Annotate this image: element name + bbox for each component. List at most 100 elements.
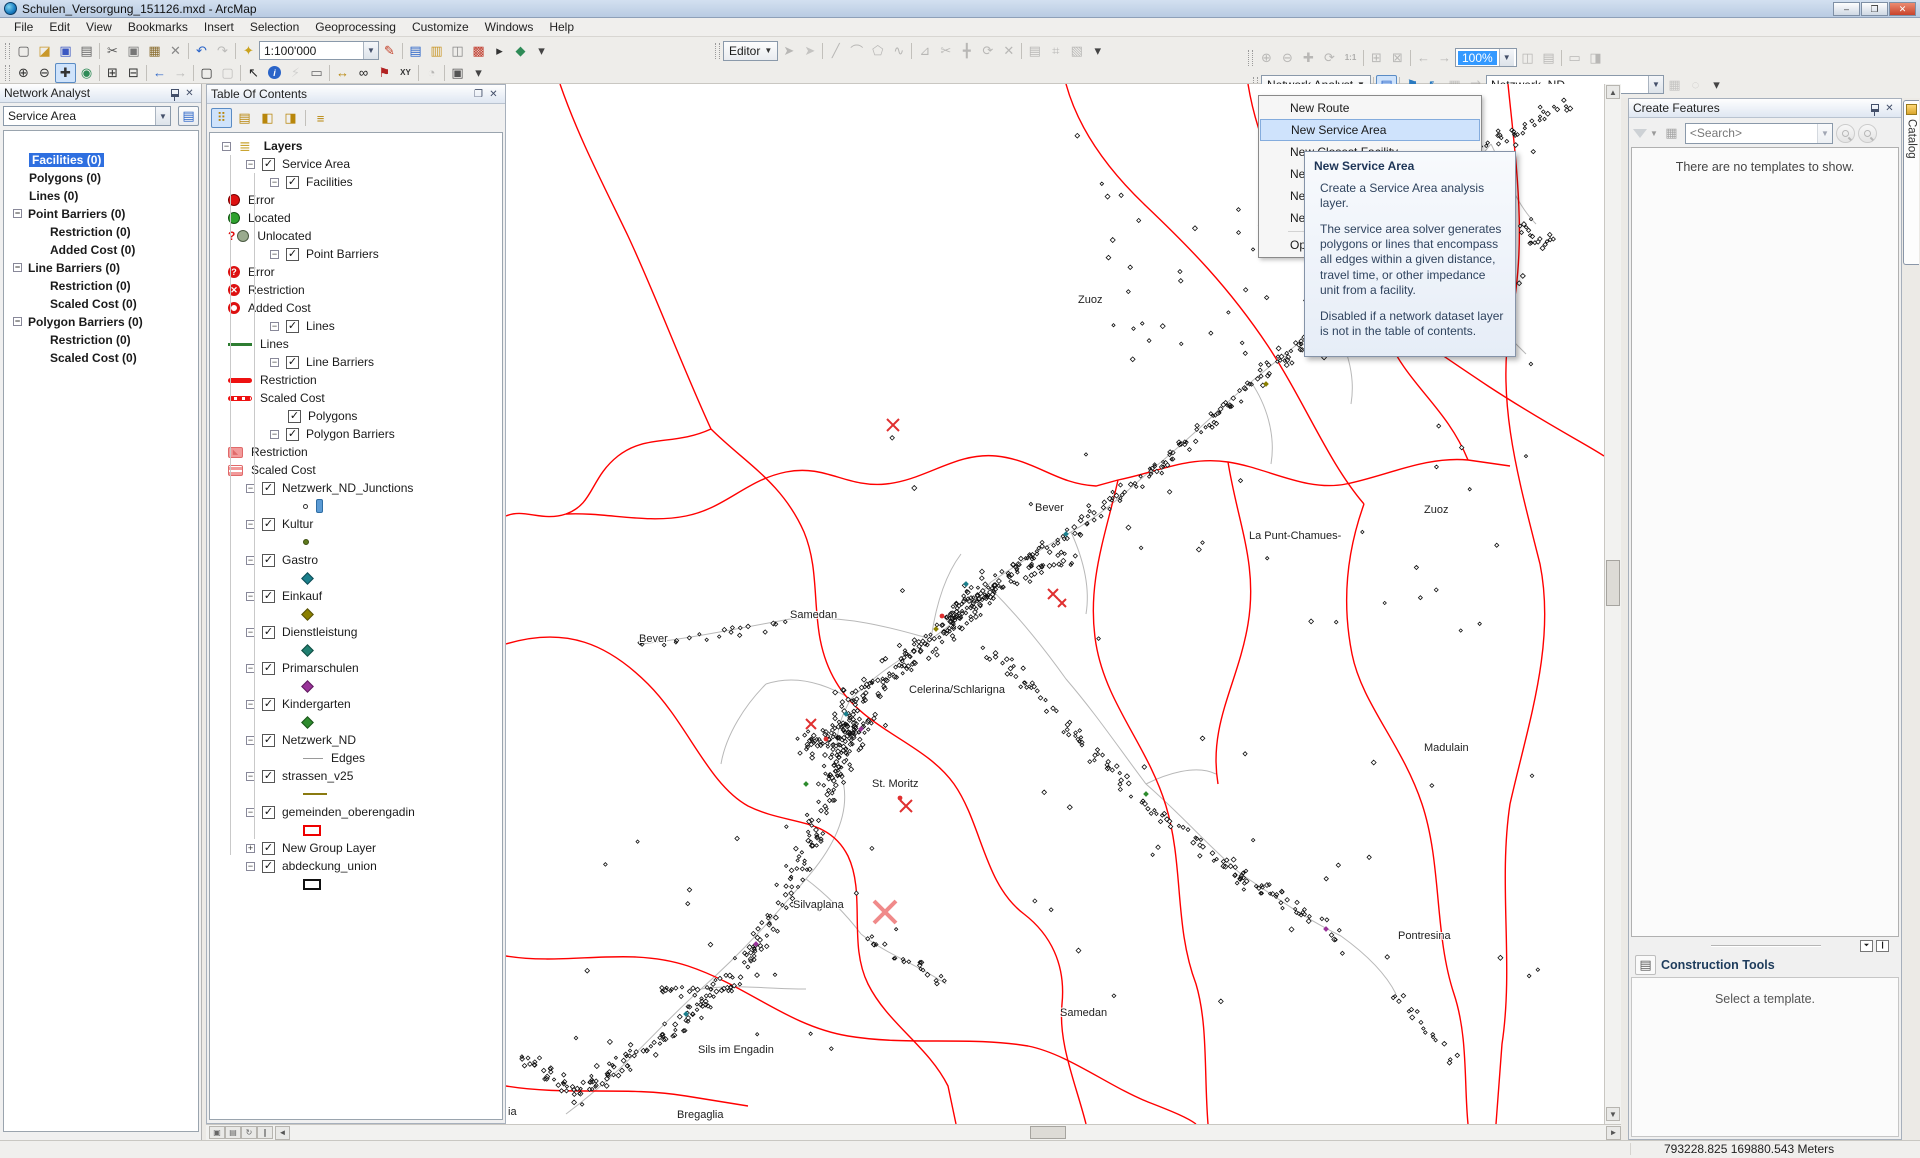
na-class-polygons-0-[interactable]: Polygons (0)	[13, 169, 101, 186]
close-icon[interactable]: ✕	[486, 87, 501, 101]
icon-save[interactable]: ▣	[55, 41, 76, 61]
collapse-icon[interactable]: −	[270, 250, 279, 259]
chevron-down-icon[interactable]: ▼	[1648, 76, 1663, 93]
icon-layout-whole-page[interactable]: ⟳	[1319, 48, 1340, 68]
icon-zoom-in[interactable]: ⊕	[13, 63, 34, 83]
na-class-lines-0-[interactable]: Lines (0)	[13, 187, 78, 204]
icon-select-features[interactable]: ▢	[196, 63, 217, 83]
close-icon[interactable]: ✕	[182, 86, 197, 100]
map-horizontal-scrollbar[interactable]: ▣ ▤ ↻ ∥ ◄ ►	[206, 1124, 1621, 1140]
map-vertical-scrollbar[interactable]: ▲ ▼	[1604, 84, 1621, 1124]
icon-layout-fixed-out[interactable]: ⊠	[1387, 48, 1408, 68]
icon-measure[interactable]: ↔	[332, 63, 353, 83]
icon-layout-zoom-in[interactable]: ⊕	[1256, 48, 1277, 68]
chevron-down-icon[interactable]: ▼	[155, 107, 170, 125]
icon-layout-pan[interactable]: ✚	[1298, 48, 1319, 68]
clear-search-icon[interactable]	[1858, 124, 1877, 143]
minimize-button[interactable]: –	[1833, 2, 1860, 16]
icon-print[interactable]: ▤	[76, 41, 97, 61]
menu-item-new-service-area[interactable]: New Service Area	[1260, 119, 1480, 141]
icon-forward[interactable]: →	[170, 63, 191, 83]
layer-visibility-checkbox[interactable]: ✓	[262, 770, 275, 783]
vscroll-thumb[interactable]	[1606, 560, 1620, 606]
layer-visibility-checkbox[interactable]: ✓	[262, 806, 275, 819]
icon-ovf[interactable]: ▾	[1706, 75, 1727, 95]
icon-layout-fixed-in[interactable]: ⊞	[1366, 48, 1387, 68]
chevron-down-icon[interactable]: ▼	[1499, 49, 1514, 66]
icon-edit-arrow[interactable]: ➤	[778, 41, 799, 61]
na-class-line-barriers-0-[interactable]: −Line Barriers (0)	[13, 259, 120, 276]
layer-visibility-checkbox[interactable]: ✓	[286, 176, 299, 189]
search-icon[interactable]	[1836, 124, 1855, 143]
icon-paste[interactable]: ▦	[144, 41, 165, 61]
layer-visibility-checkbox[interactable]: ✓	[262, 698, 275, 711]
collapse-icon[interactable]: −	[13, 317, 22, 326]
layer-visibility-checkbox[interactable]: ✓	[288, 410, 301, 423]
collapse-icon[interactable]: −	[246, 862, 255, 871]
na-class-polygon-barriers-0-[interactable]: −Polygon Barriers (0)	[13, 313, 143, 330]
filter-icon[interactable]	[1633, 129, 1647, 138]
menu-selection[interactable]: Selection	[242, 18, 307, 36]
layer-layers[interactable]: −≣Layers	[210, 137, 500, 155]
icon-full-extent[interactable]: ◉	[76, 63, 97, 83]
toolbar-grip[interactable]	[1248, 50, 1253, 66]
icon-delete[interactable]: ✕	[165, 41, 186, 61]
icon-attributes[interactable]: ▤	[1024, 41, 1045, 61]
icon-add-data[interactable]: ✦	[238, 41, 259, 61]
icon-viewer-window[interactable]: ▣	[447, 63, 468, 83]
layer-new-group-layer[interactable]: +✓New Group Layer	[210, 839, 500, 857]
icon-find-route[interactable]: ⚑	[374, 63, 395, 83]
na-class-scaled-cost-0-[interactable]: Scaled Cost (0)	[50, 295, 137, 312]
icon-focus-dataframe[interactable]: ▤	[1538, 48, 1559, 68]
icon-create-features[interactable]: ▧	[1066, 41, 1087, 61]
icon-undo[interactable]: ↶	[191, 41, 212, 61]
layer-visibility-checkbox[interactable]: ✓	[262, 590, 275, 603]
icon-list-selection[interactable]: ◨	[280, 108, 301, 128]
collapse-icon[interactable]: −	[13, 209, 22, 218]
maximize-button[interactable]: ❐	[1861, 2, 1888, 16]
icon-toc-options[interactable]: ≡	[310, 108, 331, 128]
chevron-down-icon[interactable]: ▼	[1650, 129, 1658, 138]
float-icon[interactable]: ❐	[471, 87, 486, 101]
toc-tree[interactable]: −≣Layers−✓Service Area−✓FacilitiesErrorL…	[209, 132, 503, 1120]
icon-list-visibility[interactable]: ◧	[257, 108, 278, 128]
collapse-section-icon[interactable]: ⏷	[1860, 940, 1873, 952]
pin-icon[interactable]	[167, 86, 182, 100]
menu-view[interactable]: View	[78, 18, 120, 36]
scroll-right-icon[interactable]: ►	[1606, 1126, 1621, 1140]
icon-arctoolbox[interactable]: ▩	[468, 41, 489, 61]
icon-html-popup[interactable]: ▭	[306, 63, 327, 83]
icon-fixed-zoom-in[interactable]: ⊞	[102, 63, 123, 83]
collapse-icon[interactable]: −	[270, 358, 279, 367]
icon-reshape[interactable]: ⊿	[914, 41, 935, 61]
icon-pan[interactable]: ✚	[55, 63, 76, 83]
icon-time-slider[interactable]: ◔	[421, 63, 442, 83]
icon-search-window[interactable]: ◫	[447, 41, 468, 61]
menu-insert[interactable]: Insert	[196, 18, 242, 36]
layout-view-button[interactable]: ▤	[225, 1126, 241, 1139]
organize-templates-icon[interactable]: ▦	[1661, 123, 1682, 143]
menu-help[interactable]: Help	[541, 18, 582, 36]
icon-print-preview[interactable]: ◨	[1585, 48, 1606, 68]
layer-visibility-checkbox[interactable]: ✓	[262, 842, 275, 855]
layer-abdeckung-union[interactable]: −✓abdeckung_union	[210, 857, 500, 875]
na-class-scaled-cost-0-[interactable]: Scaled Cost (0)	[50, 349, 137, 366]
icon-catalog-window[interactable]: ▥	[426, 41, 447, 61]
icon-cut[interactable]: ✂	[102, 41, 123, 61]
icon-fixed-zoom-out[interactable]: ⊟	[123, 63, 144, 83]
icon-toggle-draft[interactable]: ◫	[1517, 48, 1538, 68]
menu-bookmarks[interactable]: Bookmarks	[120, 18, 196, 36]
menu-customize[interactable]: Customize	[404, 18, 477, 36]
layer-visibility-checkbox[interactable]: ✓	[262, 734, 275, 747]
layer-service-area[interactable]: −✓Service Area	[210, 155, 500, 173]
chevron-down-icon[interactable]: ▼	[363, 42, 378, 59]
icon-open[interactable]: ◪	[34, 41, 55, 61]
icon-hyperlink[interactable]: ⚡	[285, 63, 306, 83]
network-analyst-list[interactable]: Facilities (0)Polygons (0)Lines (0)−Poin…	[3, 130, 199, 1132]
icon-list-drawing-order[interactable]: ⠿	[211, 108, 232, 128]
collapse-icon[interactable]: −	[222, 142, 231, 151]
menu-geoprocessing[interactable]: Geoprocessing	[307, 18, 404, 36]
icon-split[interactable]: ╋	[956, 41, 977, 61]
na-class-added-cost-0-[interactable]: Added Cost (0)	[50, 241, 135, 258]
resize-section-icon[interactable]: ❙	[1876, 940, 1889, 952]
